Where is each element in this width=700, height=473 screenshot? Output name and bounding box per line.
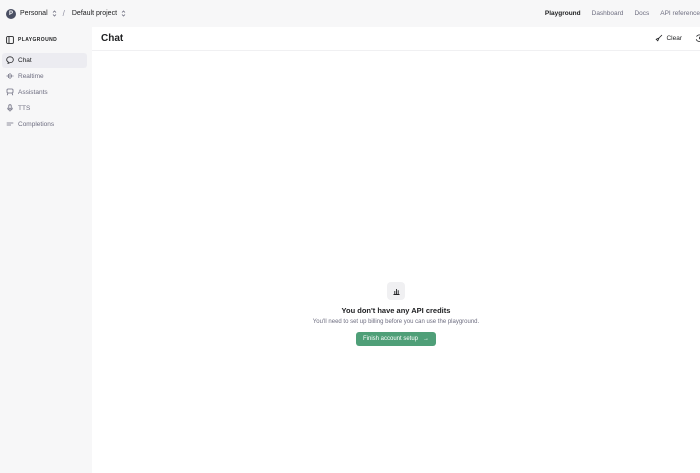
arrow-right-icon: →	[423, 336, 430, 342]
text-lines-icon	[6, 120, 18, 130]
sidebar-item-label: Realtime	[18, 73, 44, 80]
nav-docs[interactable]: Docs	[634, 10, 649, 17]
sidebar: PLAYGROUND Chat Realtime Assistants TTS	[0, 27, 92, 473]
empty-state: You don't have any API credits You'll ne…	[92, 282, 700, 346]
chat-bubble-icon	[6, 55, 18, 66]
sidebar-item-completions[interactable]: Completions	[2, 117, 87, 132]
finish-account-setup-button[interactable]: Finish account setup →	[355, 332, 437, 346]
main-header: Chat Clear	[92, 27, 700, 51]
nav-dashboard[interactable]: Dashboard	[592, 10, 624, 17]
org-avatar: P	[6, 8, 16, 19]
clear-button-label: Clear	[666, 35, 682, 42]
sidebar-item-label: Chat	[18, 57, 32, 64]
cta-label: Finish account setup	[362, 336, 419, 342]
sidebar-brand-label: PLAYGROUND	[18, 36, 58, 43]
history-button[interactable]	[695, 30, 700, 48]
history-icon	[695, 30, 700, 48]
sidebar-item-tts[interactable]: TTS	[2, 101, 87, 116]
sidebar-item-label: Assistants	[18, 89, 48, 96]
clear-button[interactable]: Clear	[655, 34, 682, 44]
sidebar-item-label: Completions	[18, 121, 55, 128]
assistant-icon	[6, 88, 18, 98]
project-switcher[interactable]: Default project	[72, 10, 126, 17]
nav-playground[interactable]: Playground	[545, 10, 581, 17]
project-name: Default project	[71, 10, 118, 17]
microphone-icon	[6, 103, 18, 114]
chevron-updown-icon	[52, 10, 57, 17]
org-name: Personal	[20, 10, 48, 17]
sidebar-item-assistants[interactable]: Assistants	[2, 85, 87, 100]
org-switcher[interactable]: P Personal	[6, 8, 57, 19]
waveform-icon	[6, 72, 18, 82]
sidebar-item-realtime[interactable]: Realtime	[2, 69, 87, 84]
broom-icon	[655, 34, 666, 44]
top-nav: Playground Dashboard Docs API reference	[545, 10, 700, 17]
empty-state-text: You'll need to set up billing before you…	[312, 319, 480, 325]
chevron-updown-icon	[121, 10, 126, 17]
main-panel: Chat Clear You don't have any API credit…	[92, 27, 700, 473]
sidebar-panel-icon	[6, 31, 14, 49]
nav-api-reference[interactable]: API reference	[660, 10, 700, 17]
page-title: Chat	[101, 33, 124, 44]
breadcrumb-separator: /	[62, 9, 65, 18]
sidebar-brand[interactable]: PLAYGROUND	[6, 35, 92, 44]
sidebar-item-chat[interactable]: Chat	[2, 53, 87, 68]
empty-state-title: You don't have any API credits	[341, 306, 451, 315]
top-bar: P Personal / Default project Playground …	[0, 0, 700, 27]
sidebar-item-label: TTS	[18, 105, 31, 112]
sidebar-nav: Chat Realtime Assistants TTS Completions	[0, 53, 92, 132]
bar-chart-icon	[387, 282, 405, 300]
